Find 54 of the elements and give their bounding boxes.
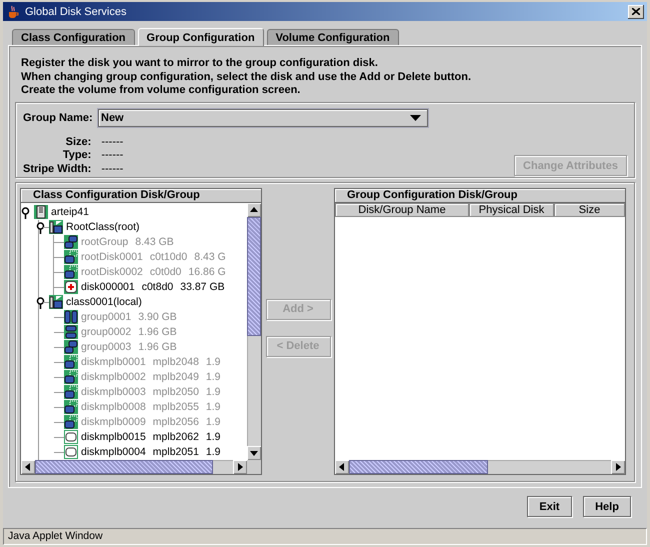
field-label: Size: — [64, 136, 92, 149]
tree-item-text[interactable]: c0t8d0 — [142, 281, 174, 293]
close-button[interactable] — [628, 4, 644, 18]
scroll-thumb[interactable] — [349, 460, 488, 474]
disk-icon — [64, 430, 78, 444]
class-icon — [49, 220, 63, 234]
tree-item-text[interactable]: disk000001 — [81, 281, 135, 293]
tree-item-text[interactable]: mplb2051 — [152, 446, 199, 458]
tree-toggle-icon[interactable] — [36, 222, 45, 234]
tree-item-text[interactable]: diskmplb0004 — [81, 446, 146, 458]
field-label: Stripe Width: — [23, 162, 92, 176]
disk-icon — [64, 280, 78, 294]
instruction-text: When changing group configuration, select the disk and use the Add or Delete button. — [21, 70, 472, 84]
panel-header: Class Configuration Disk/Group — [20, 188, 262, 202]
class-icon — [49, 295, 63, 309]
disk-group-icon — [64, 340, 78, 354]
help-button[interactable]: Help — [583, 496, 631, 517]
tree-item-text[interactable]: arteip41 — [51, 206, 89, 218]
disk-group-icon — [64, 325, 78, 339]
column-header[interactable]: Physical Disk — [469, 202, 554, 216]
tree-item-text[interactable]: class0001(local) — [66, 296, 142, 308]
instruction-text: Register the disk you want to mirror to the group configuration disk. — [21, 57, 379, 70]
caret-icon — [410, 114, 421, 120]
tree-item-text[interactable]: diskmplb0015 — [81, 431, 146, 443]
column-header[interactable]: Disk/Group Name — [335, 202, 469, 216]
tree-toggle-icon[interactable] — [36, 296, 45, 308]
close-icon — [632, 8, 640, 15]
field-value: ------ — [101, 149, 124, 162]
group-name-dropdown[interactable]: New — [98, 108, 428, 126]
tab[interactable]: Volume Configuration — [266, 29, 399, 45]
tree-item-text[interactable]: mplb2062 — [152, 431, 199, 443]
tab[interactable]: Class Configuration — [12, 29, 135, 45]
field-value: ------ — [101, 136, 124, 149]
scroll-thumb[interactable] — [35, 460, 214, 474]
coffee-cup-icon — [6, 4, 20, 18]
status-bar: Java Applet Window — [3, 528, 647, 545]
disk-group-icon — [64, 235, 78, 249]
server-icon — [34, 205, 48, 219]
instruction-text: Create the volume from volume configuration screen. — [21, 84, 302, 98]
field-label: Group Name: — [23, 112, 94, 124]
field-value: ------ — [101, 162, 124, 176]
field-label: Type: — [62, 149, 92, 162]
tree-item-text[interactable]: 1.9 — [206, 446, 221, 458]
window-title: Global Disk Services — [25, 6, 128, 18]
disk-group-icon — [64, 310, 78, 324]
exit-button[interactable]: Exit — [527, 496, 572, 517]
scroll-thumb[interactable] — [247, 216, 261, 336]
tree-item-text[interactable]: RootClass(root) — [66, 221, 140, 233]
tree-item-text[interactable]: 1.9 — [206, 431, 221, 443]
column-header[interactable]: Size — [554, 202, 625, 216]
tab[interactable]: Group Configuration — [138, 28, 264, 46]
tree-item-text[interactable]: 33.87 GB — [180, 281, 225, 293]
panel-header: Group Configuration Disk/Group — [334, 188, 626, 202]
tree-toggle-icon[interactable] — [21, 206, 30, 218]
